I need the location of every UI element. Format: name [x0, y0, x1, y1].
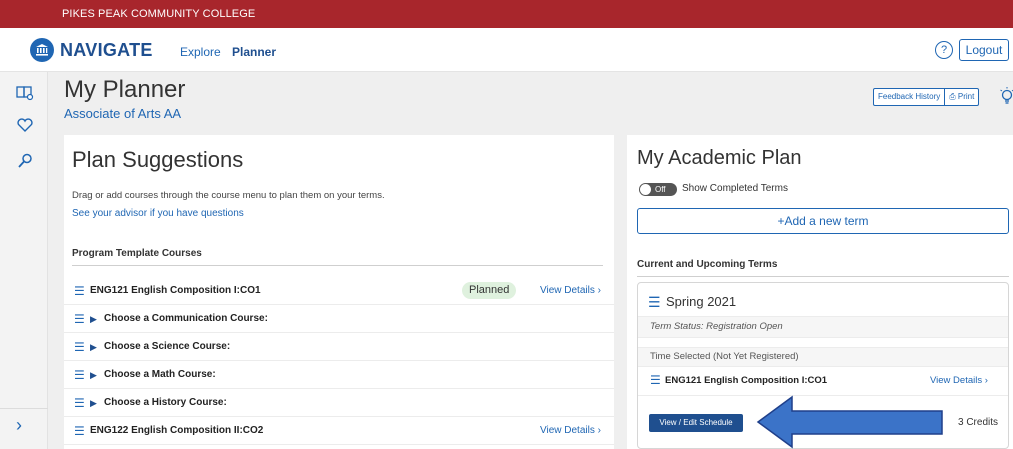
course-row[interactable]: ☰ ENG122 English Composition II:CO2 View… [64, 417, 614, 445]
nav-planner[interactable]: Planner [232, 45, 276, 59]
program-template-heading: Program Template Courses [72, 248, 603, 266]
institution-banner: PIKES PEAK COMMUNITY COLLEGE [0, 0, 1013, 28]
course-row[interactable]: ☰ ENG121 English Composition I:CO1 Plann… [64, 277, 614, 305]
expand-triangle-icon[interactable]: ▶ [90, 397, 97, 409]
catalog-icon[interactable] [16, 84, 34, 102]
app-name: NAVIGATE [60, 39, 153, 60]
rail-divider [0, 408, 48, 409]
nav-explore[interactable]: Explore [180, 45, 221, 59]
time-selected-heading: Time Selected (Not Yet Registered) [638, 347, 1008, 367]
feedback-history-button[interactable]: Feedback History [874, 89, 944, 105]
course-group-name: Choose a History Course: [104, 397, 227, 408]
view-details-link[interactable]: View Details › [930, 375, 988, 386]
advisor-link[interactable]: See your advisor if you have questions [72, 208, 244, 219]
expand-triangle-icon[interactable]: ▶ [90, 313, 97, 325]
heart-icon[interactable] [16, 116, 34, 134]
toggle-state: Off [655, 185, 666, 194]
drag-handle-icon[interactable]: ☰ [74, 369, 85, 381]
drag-handle-icon[interactable]: ☰ [74, 313, 85, 325]
show-completed-label: Show Completed Terms [682, 183, 788, 194]
term-credits: 3 Credits [958, 417, 999, 428]
expand-triangle-icon[interactable]: ▶ [90, 341, 97, 353]
course-group-row[interactable]: ☰ ▶ Choose a Math Course: [64, 361, 614, 389]
course-group-row[interactable]: ☰ ▶ Choose a Communication Course: [64, 305, 614, 333]
annotation-arrow [756, 395, 943, 449]
academic-plan-title: My Academic Plan [637, 147, 802, 169]
left-rail: › [0, 72, 48, 449]
view-edit-schedule-button[interactable]: View / Edit Schedule [649, 414, 743, 432]
course-group-row[interactable]: ☰ ▶ Choose a History Course: [64, 389, 614, 417]
view-details-link[interactable]: View Details › [540, 425, 601, 437]
print-button[interactable]: ⎙ Print [945, 89, 978, 105]
page-actions: Feedback History ⎙ Print [873, 88, 980, 106]
course-group-name: Choose a Science Course: [104, 341, 231, 352]
page-title: My Planner [64, 76, 186, 103]
show-completed-toggle[interactable]: Off [639, 183, 677, 196]
expand-triangle-icon[interactable]: ▶ [90, 369, 97, 381]
course-name: ENG121 English Composition I:CO1 [90, 285, 261, 296]
term-course-name: ENG121 English Composition I:CO1 [665, 375, 828, 386]
logout-button[interactable]: Logout [959, 39, 1009, 61]
course-group-name: Choose a Math Course: [104, 369, 216, 380]
term-status: Term Status: Registration Open [638, 316, 1008, 338]
add-term-button[interactable]: +Add a new term [637, 208, 1009, 234]
plan-suggestions-description: Drag or add courses through the course m… [72, 190, 385, 201]
bank-icon [30, 38, 54, 62]
printer-icon: ⎙ [949, 92, 956, 101]
view-details-link[interactable]: View Details › [540, 285, 601, 297]
chevron-right-icon[interactable]: › [16, 415, 22, 436]
plan-suggestions-panel: Plan Suggestions Drag or add courses thr… [64, 135, 614, 449]
course-group-name: Choose a Communication Course: [104, 313, 268, 324]
drag-handle-icon[interactable]: ☰ [74, 425, 85, 437]
search-icon[interactable] [16, 152, 34, 170]
drag-handle-icon[interactable]: ☰ [74, 341, 85, 353]
top-navigation: NAVIGATE Explore Planner ? Logout [0, 28, 1013, 72]
print-label: Print [957, 92, 975, 101]
help-icon[interactable]: ? [935, 41, 953, 59]
lightbulb-icon[interactable] [1000, 87, 1013, 112]
course-name: ENG122 English Composition II:CO2 [90, 425, 264, 436]
course-group-row[interactable]: ☰ ▶ Choose a Science Course: [64, 333, 614, 361]
upcoming-terms-heading: Current and Upcoming Terms [637, 259, 1009, 277]
program-name[interactable]: Associate of Arts AA [64, 106, 181, 121]
institution-name: PIKES PEAK COMMUNITY COLLEGE [62, 8, 256, 20]
drag-handle-icon[interactable]: ☰ [74, 285, 85, 297]
term-name: Spring 2021 [666, 294, 737, 309]
drag-handle-icon[interactable]: ☰ [74, 397, 85, 409]
toggle-knob [640, 184, 651, 195]
drag-handle-icon[interactable]: ☰ [650, 374, 661, 386]
plan-suggestions-title: Plan Suggestions [72, 147, 244, 172]
drag-handle-icon[interactable]: ☰ [648, 295, 661, 309]
planned-badge: Planned [462, 282, 517, 299]
navigate-logo[interactable]: NAVIGATE [30, 38, 153, 62]
